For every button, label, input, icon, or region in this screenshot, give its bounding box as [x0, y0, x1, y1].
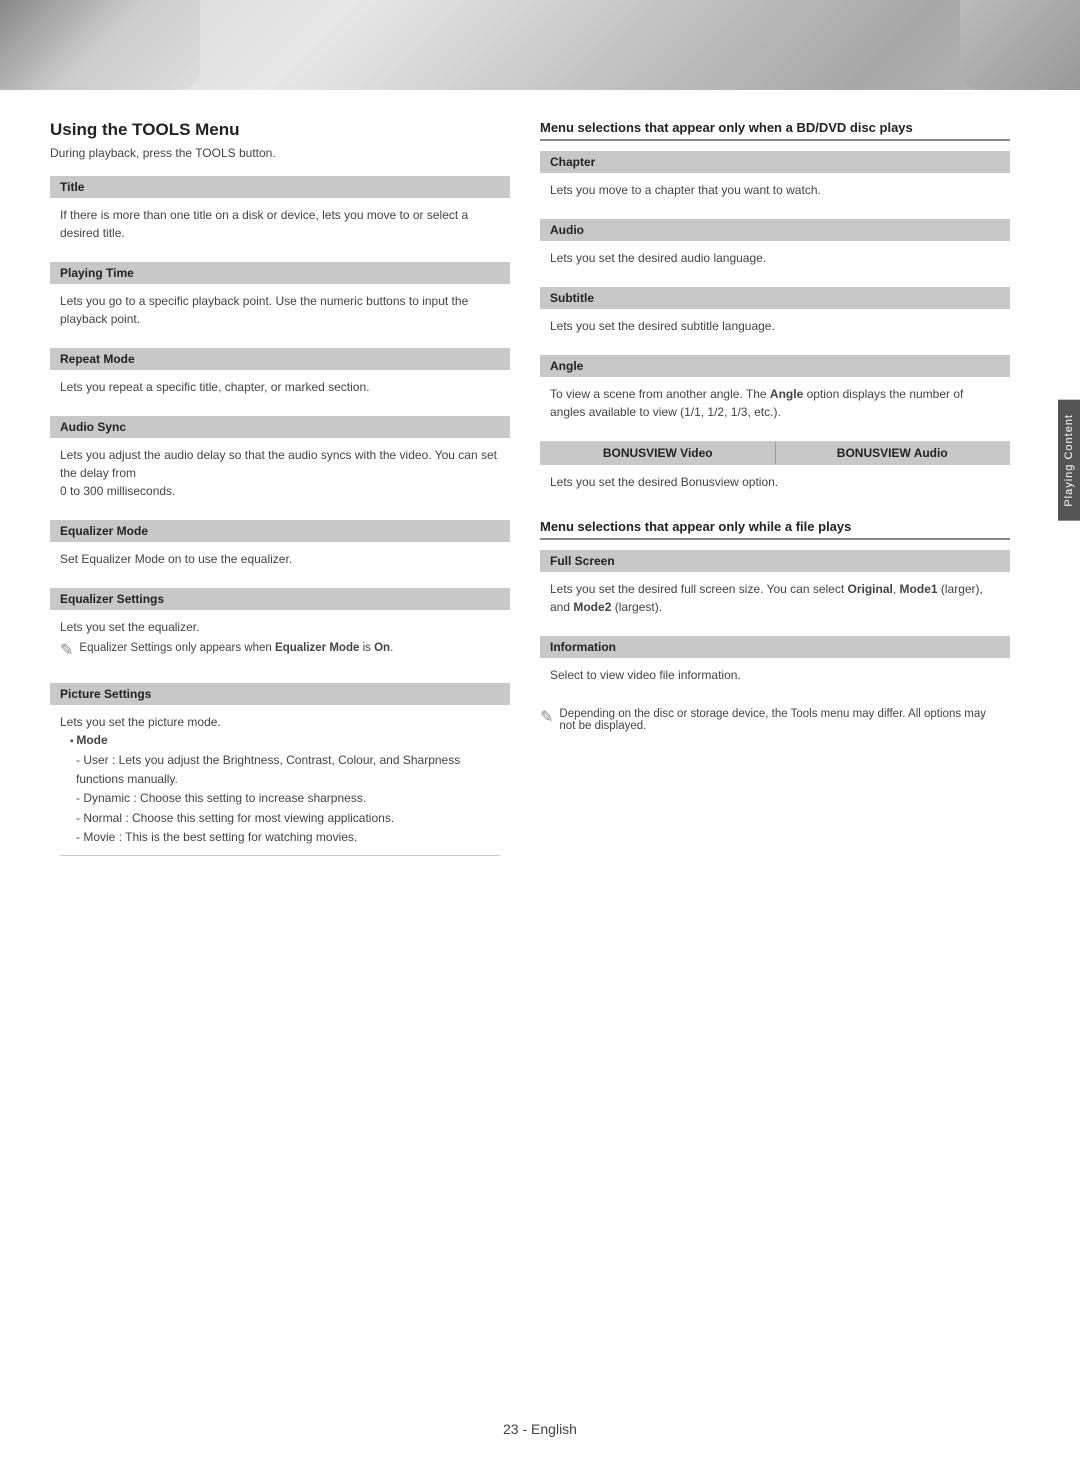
playing-time-block: Playing Time Lets you go to a specific p…	[50, 262, 510, 340]
section1-heading: Menu selections that appear only when a …	[540, 120, 1010, 141]
equalizer-note: ✎ Equalizer Settings only appears when E…	[60, 640, 500, 663]
information-block: Information Select to view video file in…	[540, 636, 1010, 696]
subtitle-content: Lets you set the desired subtitle langua…	[540, 309, 1010, 347]
full-screen-label: Full Screen	[540, 550, 1010, 572]
mode-user: User : Lets you adjust the Brightness, C…	[76, 751, 500, 789]
playing-time-label: Playing Time	[50, 262, 510, 284]
picture-settings-content: Lets you set the picture mode. Mode User…	[50, 705, 510, 876]
note-icon: ✎	[60, 639, 73, 663]
bonusview-row: BONUSVIEW Video BONUSVIEW Audio	[540, 441, 1010, 465]
repeat-mode-block: Repeat Mode Lets you repeat a specific t…	[50, 348, 510, 408]
audio-sync-block: Audio Sync Lets you adjust the audio del…	[50, 416, 510, 512]
audio-content: Lets you set the desired audio language.	[540, 241, 1010, 279]
playing-time-content: Lets you go to a specific playback point…	[50, 284, 510, 340]
equalizer-settings-label: Equalizer Settings	[50, 588, 510, 610]
subtitle-block: Subtitle Lets you set the desired subtit…	[540, 287, 1010, 347]
full-screen-block: Full Screen Lets you set the desired ful…	[540, 550, 1010, 628]
mode-movie: Movie : This is the best setting for wat…	[76, 828, 500, 847]
audio-sync-label: Audio Sync	[50, 416, 510, 438]
audio-block: Audio Lets you set the desired audio lan…	[540, 219, 1010, 279]
mode-sub-list: User : Lets you adjust the Brightness, C…	[60, 751, 500, 847]
title-label: Title	[50, 176, 510, 198]
bonusview-video-label: BONUSVIEW Video	[541, 442, 776, 464]
page-number: 23	[503, 1421, 519, 1437]
right-column: Menu selections that appear only when a …	[540, 120, 1030, 884]
mode-normal: Normal : Choose this setting for most vi…	[76, 809, 500, 828]
chapter-block: Chapter Lets you move to a chapter that …	[540, 151, 1010, 211]
information-label: Information	[540, 636, 1010, 658]
picture-settings-label: Picture Settings	[50, 683, 510, 705]
header-banner	[0, 0, 1080, 90]
bonusview-block: BONUSVIEW Video BONUSVIEW Audio Lets you…	[540, 441, 1010, 503]
section2-heading: Menu selections that appear only while a…	[540, 519, 1010, 540]
footer-language: English	[531, 1421, 577, 1437]
page-footer: 23 - English	[0, 1421, 1080, 1437]
angle-content: To view a scene from another angle. The …	[540, 377, 1010, 433]
audio-sync-content: Lets you adjust the audio delay so that …	[50, 438, 510, 512]
angle-label: Angle	[540, 355, 1010, 377]
picture-settings-block: Picture Settings Lets you set the pictur…	[50, 683, 510, 876]
mode-item: Mode	[70, 731, 500, 749]
repeat-mode-content: Lets you repeat a specific title, chapte…	[50, 370, 510, 408]
bonusview-content: Lets you set the desired Bonusview optio…	[540, 465, 1010, 503]
right-column-note: ✎ Depending on the disc or storage devic…	[540, 708, 1010, 732]
equalizer-settings-block: Equalizer Settings Lets you set the equa…	[50, 588, 510, 675]
mode-list: Mode	[60, 731, 500, 749]
mode-dynamic: Dynamic : Choose this setting to increas…	[76, 789, 500, 808]
equalizer-settings-content: Lets you set the equalizer. ✎ Equalizer …	[50, 610, 510, 675]
chapter-content: Lets you move to a chapter that you want…	[540, 173, 1010, 211]
right-note-icon: ✎	[540, 707, 553, 727]
chapter-label: Chapter	[540, 151, 1010, 173]
repeat-mode-label: Repeat Mode	[50, 348, 510, 370]
bonusview-audio-label: BONUSVIEW Audio	[776, 442, 1010, 464]
equalizer-mode-label: Equalizer Mode	[50, 520, 510, 542]
section-title: Using the TOOLS Menu	[50, 120, 510, 140]
left-column: Using the TOOLS Menu During playback, pr…	[50, 120, 510, 884]
equalizer-mode-content: Set Equalizer Mode on to use the equaliz…	[50, 542, 510, 580]
subtitle-label: Subtitle	[540, 287, 1010, 309]
playing-content-tab: Playing Content	[1058, 400, 1080, 521]
audio-label: Audio	[540, 219, 1010, 241]
full-screen-content: Lets you set the desired full screen siz…	[540, 572, 1010, 628]
equalizer-mode-block: Equalizer Mode Set Equalizer Mode on to …	[50, 520, 510, 580]
main-content: Using the TOOLS Menu During playback, pr…	[0, 90, 1080, 924]
section-subtitle: During playback, press the TOOLS button.	[50, 146, 510, 160]
title-content: If there is more than one title on a dis…	[50, 198, 510, 254]
title-block: Title If there is more than one title on…	[50, 176, 510, 254]
angle-block: Angle To view a scene from another angle…	[540, 355, 1010, 433]
information-content: Select to view video file information.	[540, 658, 1010, 696]
